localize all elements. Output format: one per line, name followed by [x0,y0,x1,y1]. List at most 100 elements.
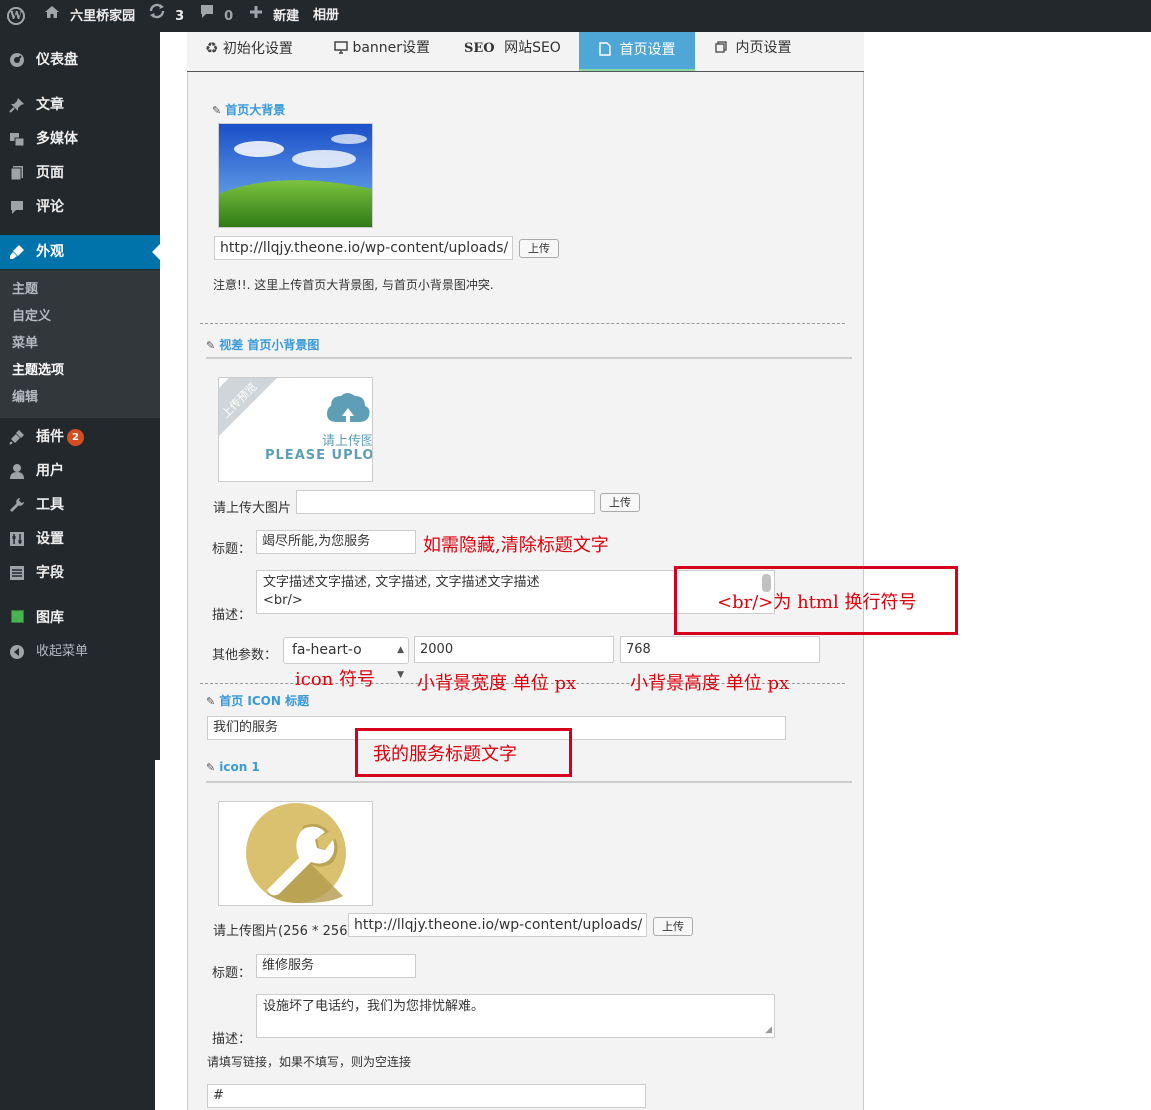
site-name-link[interactable]: 六里桥家园 [44,0,135,32]
submenu-item-menus[interactable]: 菜单 [12,334,38,354]
parallax-title-input[interactable]: 竭尽所能,为您服务 [256,530,416,554]
menu-item-tools[interactable]: 工具 [0,488,160,522]
tab-label: 首页设置 [619,42,676,58]
menu-item-media[interactable]: 多媒体 [0,122,160,156]
icon1-upload-label: 请上传图片(256 * 256) [213,924,353,939]
menu-label: 仪表盘 [36,52,78,68]
other-params-label: 其他参数： [212,648,278,663]
recycle-icon: ♻ [205,39,219,57]
desc-line: 设施坏了电话约，我们为您排忧解难。 [263,999,485,1014]
menu-label: 用户 [36,463,64,479]
menu-item-users[interactable]: 用户 [0,454,160,488]
appearance-icon [9,244,25,260]
upload-big-label: 请上传大图片 [213,501,292,516]
refresh-icon [148,0,166,32]
menu-item-comments[interactable]: 评论 [0,190,160,224]
annotation-hide-title: 如需隐藏,清除标题文字 [423,535,609,556]
updates-count: 3 [175,8,185,24]
annotation-height: 小背景高度 单位 px [630,673,790,694]
updates-link[interactable]: 3 [148,0,184,32]
tab-init[interactable]: ♻ 初始化设置 [205,32,293,70]
tab-label: 内页设置 [735,40,792,56]
menu-item-pages[interactable]: 页面 [0,156,160,190]
tab-home[interactable]: 首页设置 [579,32,696,71]
copy-icon [715,33,727,65]
section-title-icon1: ✎ icon 1 [206,760,260,774]
menu-item-appearance[interactable]: 外观 [0,235,160,269]
submenu-item-themes[interactable]: 主题 [12,280,38,300]
parallax-desc-label: 描述： [212,608,252,623]
admin-menu-background [0,760,155,1110]
submenu-item-customize[interactable]: 自定义 [12,307,51,327]
menu-label: 设置 [36,531,64,547]
album-link[interactable]: 相册 [313,0,339,32]
settings-icon [9,531,25,547]
placeholder-cn-text: 请上传图 [322,434,373,449]
home-bg-note: 注意!!. 这里上传首页大背景图, 与首页小背景图冲突. [213,278,494,292]
home-bg-url-input[interactable]: http://llqjy.theone.io/wp-content/upload… [214,236,513,260]
menu-collapse-button[interactable]: 收起菜单 [0,635,160,669]
width-input[interactable]: 2000 [414,636,614,663]
comments-link[interactable]: 0 [199,0,233,32]
menu-item-dashboard[interactable]: 仪表盘 [0,43,160,77]
monitor-icon [334,34,348,66]
menu-item-settings[interactable]: 设置 [0,522,160,556]
menu-label: 文章 [36,97,64,113]
menu-label: 外观 [36,244,64,260]
height-input[interactable]: 768 [620,636,820,663]
page-icon [9,165,25,181]
edit-icon: ✎ [206,761,216,774]
edit-icon: ✎ [212,104,222,117]
gallery-icon [9,610,25,626]
document-icon [599,34,611,70]
tab-inner[interactable]: 内页设置 [715,32,791,70]
media-icon [9,131,25,147]
annotation-service-title: 我的服务标题文字 [373,744,517,765]
menu-label: 页面 [36,165,64,181]
tab-banner[interactable]: banner设置 [334,32,430,70]
menu-label: 多媒体 [36,131,78,147]
tab-seo[interactable]: SEO 网站SEO [464,32,561,70]
menu-label: 工具 [36,497,64,513]
parallax-placeholder-image: 上传预览 请上传图 PLEASE UPLOA [218,377,373,482]
options-tabs: ♻ 初始化设置 banner设置 SEO 网站SEO 首页设置 内页设置 [187,32,864,72]
submenu-item-theme-options[interactable]: 主题选项 [12,361,64,381]
wordpress-logo-icon[interactable]: W [6,0,28,32]
appearance-submenu: 主题 自定义 菜单 主题选项 编辑 [0,270,160,418]
tab-label: 初始化设置 [222,41,293,57]
home-bg-preview [218,123,373,228]
menu-item-posts[interactable]: 文章 [0,88,160,122]
menu-item-fields[interactable]: 字段 [0,556,160,590]
menu-item-gallery[interactable]: 图库 [0,601,160,635]
placeholder-en-text: PLEASE UPLOA [265,448,373,463]
icon1-title-input[interactable]: 维修服务 [256,954,416,978]
home-bg-upload-button[interactable]: 上传 [519,239,559,258]
submenu-item-editor[interactable]: 编辑 [12,388,38,408]
comment-icon [9,199,25,215]
dashboard-icon [9,52,25,68]
home-icon [44,0,60,32]
menu-label: 评论 [36,199,64,215]
admin-menu: 仪表盘 文章 多媒体 页面 评论 外观 主题 自定义 菜单 主题选项 编辑 插件… [0,32,160,760]
parallax-upload-button[interactable]: 上传 [600,493,640,512]
new-content-link[interactable]: 新建 [249,0,299,32]
icon1-link-input[interactable]: # [207,1084,646,1108]
icon-select[interactable]: fa-heart-o ▲ ▼ [283,637,409,680]
section-underline [206,781,852,783]
icon1-preview [218,801,373,906]
icon1-desc-textarea[interactable]: 设施坏了电话约，我们为您排忧解难。 ◢ [256,994,775,1038]
wrench-image [219,802,372,905]
pin-icon [9,97,25,113]
menu-item-plugins[interactable]: 插件 2 [0,420,160,454]
wrench-icon [9,497,25,513]
icon1-upload-button[interactable]: 上传 [653,917,693,936]
menu-label: 插件 2 [36,420,84,454]
icon1-url-input[interactable]: http://llqjy.theone.io/wp-content/upload… [348,913,647,937]
parallax-url-input[interactable] [296,490,595,514]
plugin-icon [9,429,25,445]
collapse-icon [9,644,25,660]
resize-handle-icon[interactable]: ◢ [765,1026,772,1035]
icon1-title-label: 标题： [212,966,252,981]
annotation-br-note: <br/>为 html 换行符号 [717,592,917,613]
plus-icon [249,0,263,32]
